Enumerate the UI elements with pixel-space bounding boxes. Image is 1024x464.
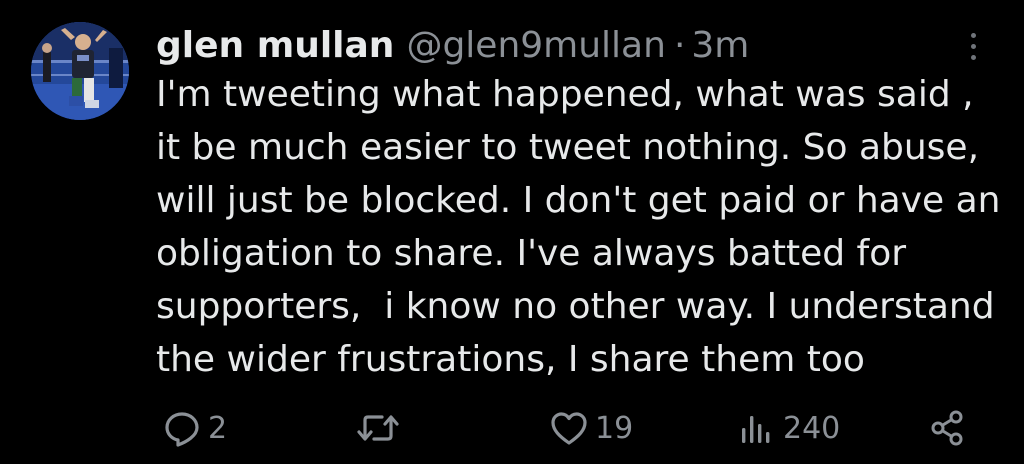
views-count: 240	[783, 410, 841, 446]
tweet-text: I'm tweeting what happened, what was sai…	[156, 68, 1006, 386]
more-vertical-icon	[970, 54, 976, 60]
reply-button[interactable]: 2	[162, 400, 227, 456]
tweet-text-line: it be much easier to tweet nothing. So a…	[156, 127, 980, 168]
tweet-text-line: I'm tweeting what happened, what was sai…	[156, 74, 974, 115]
views-button[interactable]: 240	[737, 400, 840, 456]
reply-count: 2	[208, 410, 228, 446]
like-button[interactable]: 19	[549, 400, 633, 456]
share-icon	[931, 410, 963, 446]
tweet-text-line: obligation to share. I've always batted …	[156, 233, 907, 274]
reply-icon	[165, 412, 199, 447]
avatar[interactable]	[31, 22, 129, 120]
more-vertical-icon	[970, 43, 976, 49]
retweet-icon	[357, 415, 399, 441]
views-icon	[742, 416, 770, 443]
timestamp[interactable]: 3m	[691, 25, 749, 66]
more-options-button[interactable]	[958, 24, 988, 68]
tweet-card[interactable]: glen mullan @glen9mullan · 3m I'm tweeti…	[0, 0, 1024, 464]
tweet-actions: 2 19 240	[0, 400, 1024, 456]
tweet-header: glen mullan @glen9mullan · 3m	[156, 20, 749, 70]
tweet-text-line: supporters, i know no other way. I under…	[156, 286, 995, 327]
tweet-text-line: will just be blocked. I don't get paid o…	[156, 180, 1001, 221]
more-vertical-icon	[970, 32, 976, 38]
tweet-text-line: the wider frustrations, I share them too	[156, 339, 865, 380]
share-button[interactable]	[928, 400, 968, 456]
retweet-button[interactable]	[356, 400, 406, 456]
heart-icon	[551, 412, 587, 445]
author-handle[interactable]: @glen9mullan	[406, 25, 666, 66]
like-count: 19	[595, 410, 634, 446]
avatar-image	[31, 22, 129, 120]
separator-dot: ·	[673, 24, 686, 66]
author-name[interactable]: glen mullan	[156, 25, 394, 66]
